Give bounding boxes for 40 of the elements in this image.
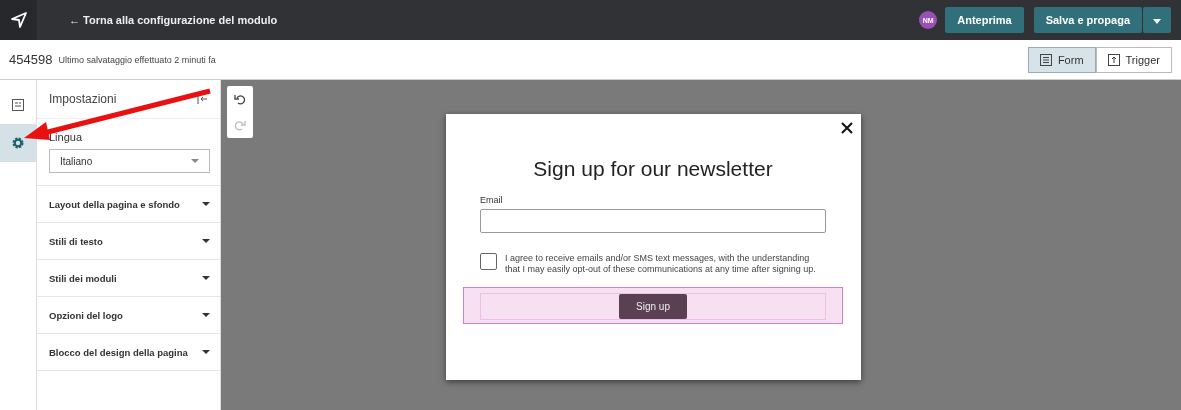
settings-tab[interactable]	[0, 124, 36, 162]
email-field[interactable]	[480, 209, 826, 233]
trigger-tab[interactable]: Trigger	[1095, 46, 1172, 73]
caret-icon	[202, 350, 210, 354]
field-label: Lingua	[49, 131, 84, 143]
preview-button[interactable]: Anteprima	[945, 7, 1024, 33]
consent-checkbox[interactable]	[480, 253, 497, 270]
caret-icon	[202, 313, 210, 317]
sign-up-button[interactable]: Sign up	[619, 293, 687, 319]
consent-text: I agree to receive emails and/or SMS text messages, with the understanding that I may easily opt-out of these communications at any time after signing up.	[505, 253, 817, 275]
upload-icon	[1107, 53, 1120, 66]
caret-icon	[202, 202, 210, 206]
email-label: Email	[480, 195, 504, 205]
caret-icon	[202, 276, 210, 280]
back-link[interactable]: ← Torna alla configurazione del modulo	[69, 14, 278, 26]
save-button[interactable]: Salva e propaga	[1033, 7, 1142, 33]
save-status: Ultimo salvataggio effettuato 2 minuti fa	[58, 54, 216, 65]
form-id: 454598	[9, 52, 53, 67]
section-header[interactable]: Layout della pagina e sfondo	[37, 186, 220, 223]
caret-icon	[191, 159, 199, 163]
settings-icon	[11, 136, 25, 150]
layout-icon	[12, 99, 24, 111]
caret-icon	[1153, 19, 1161, 24]
section-header[interactable]: Blocco del design della pagina	[37, 334, 220, 371]
popup-heading: Sign up for our newsletter	[533, 157, 773, 181]
close-icon[interactable]	[840, 122, 853, 134]
section-header[interactable]: Opzioni del logo	[37, 297, 220, 334]
dropdown-button[interactable]	[1143, 7, 1171, 33]
section-header[interactable]: Stili di testo	[37, 223, 220, 260]
list-icon	[1039, 53, 1052, 66]
collapse-icon[interactable]	[196, 93, 208, 105]
form-tab[interactable]: Form	[1027, 46, 1096, 73]
undo-icon[interactable]	[234, 93, 246, 105]
panel-title: Impostazioni	[49, 92, 117, 106]
send-icon	[9, 11, 28, 29]
selected-block[interactable]: Sign up	[463, 286, 843, 324]
logo[interactable]	[0, 0, 37, 40]
section-header[interactable]: Stili dei moduli	[37, 260, 220, 297]
language-select[interactable]: Italiano	[49, 149, 210, 173]
caret-icon	[202, 239, 210, 243]
